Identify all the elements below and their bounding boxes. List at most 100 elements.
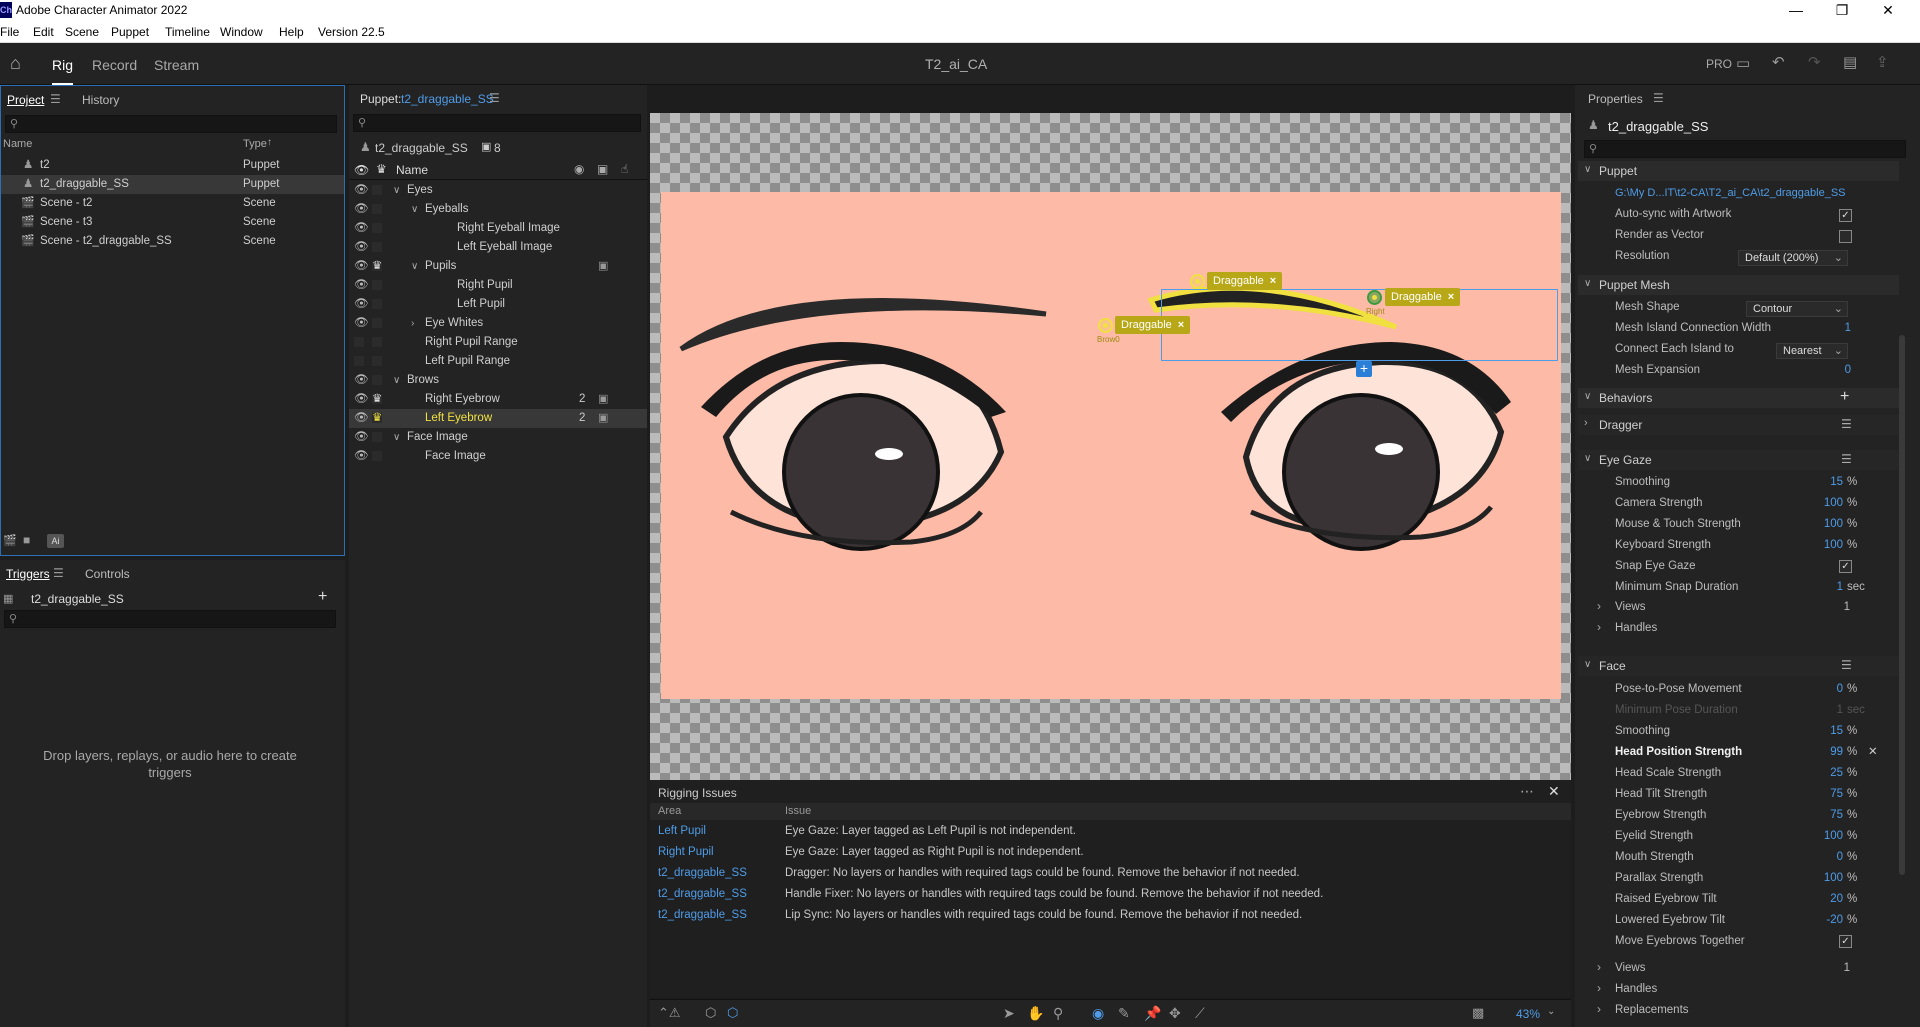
face-handles-label[interactable]: Handles	[1615, 980, 1657, 998]
chevron-down-icon[interactable]: ∨	[393, 181, 400, 200]
property-value[interactable]: 0	[1788, 680, 1843, 699]
crown-box[interactable]	[372, 451, 382, 461]
rigging-issue-row[interactable]: t2_draggable_SS Dragger: No layers or han…	[650, 864, 1571, 883]
property-value[interactable]: 15	[1788, 722, 1843, 741]
rigging-issue-row[interactable]: Left Pupil Eye Gaze: Layer tagged as Left…	[650, 822, 1571, 841]
draggable-handle-tag[interactable]: Draggable ×	[1115, 316, 1191, 334]
redo-icon[interactable]: ↷	[1808, 53, 1821, 71]
rigging-issue-row[interactable]: Right Pupil Eye Gaze: Layer tagged as Rig…	[650, 843, 1571, 862]
face-behavior-header[interactable]: ∨ Face ☰	[1578, 656, 1899, 676]
menu-help[interactable]: Help	[279, 25, 304, 39]
triggers-search-input[interactable]: ⚲	[4, 610, 336, 628]
layer-row[interactable]: 👁 Right Eyeball Image	[349, 219, 647, 238]
chevron-right-icon[interactable]: ›	[1597, 1002, 1601, 1016]
crown-icon[interactable]: ♛	[372, 390, 382, 409]
project-item[interactable]: 🎬 Scene - t2_draggable_SS Scene	[1, 232, 344, 251]
render-vector-checkbox[interactable]	[1839, 230, 1852, 243]
pro-label[interactable]: PRO	[1706, 57, 1732, 71]
dragger-behavior-header[interactable]: › Dragger ☰	[1578, 415, 1899, 435]
mesh-expansion-value[interactable]: 0	[1839, 361, 1851, 379]
property-value[interactable]: 25	[1788, 764, 1843, 783]
chevron-down-icon[interactable]: ⌄	[1547, 1006, 1555, 1017]
reset-icon[interactable]: ✕	[1868, 743, 1878, 762]
rigging-issue-row[interactable]: t2_draggable_SS Lip Sync: No layers or ha…	[650, 906, 1571, 925]
crown-icon[interactable]: ♛	[372, 257, 382, 276]
mesh-icon[interactable]: ⬡	[705, 1005, 716, 1021]
visibility-off-box[interactable]	[354, 337, 364, 347]
minimize-button[interactable]: —	[1773, 0, 1819, 22]
issue-area-link[interactable]: t2_draggable_SS	[658, 906, 747, 925]
properties-menu-icon[interactable]: ☰	[1653, 91, 1664, 105]
pin-tool-icon[interactable]: 📌	[1144, 1005, 1161, 1022]
col-name-header[interactable]: Name	[3, 138, 32, 150]
property-value[interactable]: 0	[1788, 848, 1843, 867]
rig-canvas[interactable]: + Draggable × Brow0 Draggable × Right Drag…	[650, 113, 1571, 780]
visibility-icon[interactable]: 👁	[354, 314, 369, 333]
menu-window[interactable]: Window	[220, 25, 263, 39]
issue-area-link[interactable]: Right Pupil	[658, 843, 714, 862]
project-item[interactable]: ♟ t2 Puppet	[1, 156, 344, 175]
chevron-right-icon[interactable]: ›	[1597, 599, 1601, 613]
layer-row[interactable]: 👁 ♛ Left Eyebrow 2 ▣	[349, 409, 647, 428]
maximize-button[interactable]: ❐	[1819, 0, 1865, 22]
handle-tool-icon[interactable]: ✎	[1118, 1005, 1130, 1022]
behavior-menu-icon[interactable]: ☰	[1841, 417, 1852, 431]
chevron-down-icon[interactable]: ∨	[411, 200, 418, 219]
crown-icon[interactable]: ♛	[372, 409, 382, 428]
layer-row[interactable]: 👁 ∨ Face Image	[349, 428, 647, 447]
close-window-button[interactable]: ✕	[1865, 0, 1911, 22]
crown-box[interactable]	[372, 337, 382, 347]
zoom-level[interactable]: 43%	[1516, 1007, 1540, 1021]
crown-box[interactable]	[372, 185, 382, 195]
visibility-icon[interactable]: 👁	[354, 428, 369, 447]
visibility-icon[interactable]: 👁	[354, 219, 369, 238]
crown-box[interactable]	[372, 375, 382, 385]
chevron-right-icon[interactable]: ›	[1597, 981, 1601, 995]
menu-puppet[interactable]: Puppet	[111, 25, 149, 39]
visibility-icon[interactable]: 👁	[354, 409, 369, 428]
visibility-icon[interactable]: 👁	[354, 181, 369, 200]
draggable-handle-tag[interactable]: Draggable ×	[1385, 288, 1461, 306]
tab-controls[interactable]: Controls	[85, 567, 130, 581]
behavior-menu-icon[interactable]: ☰	[1841, 658, 1852, 672]
property-value[interactable]: 100	[1788, 494, 1843, 513]
layer-row[interactable]: 👁 Right Pupil	[349, 276, 647, 295]
crown-box[interactable]	[372, 204, 382, 214]
crown-box[interactable]	[372, 299, 382, 309]
puppet-section-header[interactable]: ∨ Puppet	[1578, 161, 1899, 181]
mesh-island-value[interactable]: 1	[1839, 319, 1851, 337]
visibility-icon[interactable]: 👁	[354, 390, 369, 409]
shape-icon[interactable]: ⬡	[727, 1005, 738, 1021]
eye-gaze-behavior-header[interactable]: ∨ Eye Gaze ☰	[1578, 450, 1899, 470]
layout-icon[interactable]: ▭	[1736, 54, 1750, 72]
visibility-icon[interactable]: 👁	[354, 200, 369, 219]
visibility-icon[interactable]: 👁	[354, 447, 369, 466]
tab-rig[interactable]: Rig	[52, 57, 74, 85]
property-value[interactable]: 100	[1788, 515, 1843, 534]
properties-scrollbar[interactable]	[1899, 335, 1905, 875]
share-icon[interactable]: ⇪	[1876, 53, 1889, 71]
layer-row[interactable]: 👁 ∨ Eyes	[349, 181, 647, 200]
dragger-tool-icon[interactable]: ✥	[1169, 1005, 1181, 1022]
menu-version[interactable]: Version 22.5	[318, 25, 385, 39]
layer-row[interactable]: 👁 ♛ ∨ Pupils ▣	[349, 257, 647, 276]
menu-scene[interactable]: Scene	[65, 25, 99, 39]
stick-tool-icon[interactable]: ⟋	[1195, 1005, 1205, 1022]
crown-box[interactable]	[372, 223, 382, 233]
home-icon[interactable]: ⌂	[10, 53, 21, 74]
origin-tool-icon[interactable]: ◉	[1092, 1005, 1104, 1022]
new-scene-icon[interactable]: 🎬	[3, 534, 17, 547]
draggable-handle-tag[interactable]: Draggable ×	[1207, 272, 1283, 290]
illustrator-icon[interactable]: Ai	[47, 534, 64, 548]
menu-timeline[interactable]: Timeline	[165, 25, 210, 39]
project-search-input[interactable]: ⚲	[5, 115, 337, 133]
property-value[interactable]: 1	[1788, 701, 1843, 720]
puppet-mesh-section-header[interactable]: ∨ Puppet Mesh	[1578, 275, 1899, 295]
layer-row[interactable]: 👁 Left Pupil	[349, 295, 647, 314]
puppet-file-path[interactable]: G:\My D...IT\t2-CA\T2_ai_CA\t2_draggable…	[1615, 184, 1846, 202]
warning-icon[interactable]: ⌃⚠	[658, 1005, 681, 1021]
eye-gaze-handles-label[interactable]: Handles	[1615, 619, 1657, 637]
tab-history[interactable]: History	[82, 93, 119, 107]
puppet-menu-icon[interactable]: ☰	[489, 91, 500, 105]
chevron-down-icon[interactable]: ∨	[393, 428, 400, 447]
